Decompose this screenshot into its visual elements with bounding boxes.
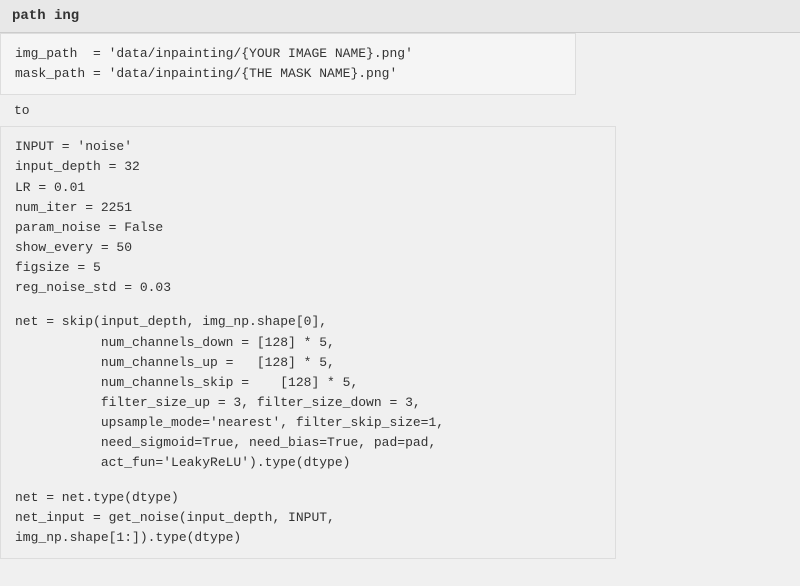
page-container: path ing img_path = 'data/inpainting/{YO… bbox=[0, 0, 800, 586]
code-line-2-20: img_np.shape[1:]).type(dtype) bbox=[15, 528, 601, 548]
code-line-2-7: reg_noise_std = 0.03 bbox=[15, 278, 601, 298]
code-line-2-12: num_channels_skip = [128] * 5, bbox=[15, 373, 601, 393]
code-line-2-10: num_channels_down = [128] * 5, bbox=[15, 333, 601, 353]
top-bar-label: path ing bbox=[12, 8, 79, 24]
code-line-1-2: mask_path = 'data/inpainting/{THE MASK N… bbox=[15, 64, 561, 84]
to-label: to bbox=[0, 95, 800, 126]
code-line-2-9: net = skip(input_depth, img_np.shape[0], bbox=[15, 312, 601, 332]
code-line-1-1: img_path = 'data/inpainting/{YOUR IMAGE … bbox=[15, 44, 561, 64]
code-line-2-2: LR = 0.01 bbox=[15, 178, 601, 198]
code-line-2-6: figsize = 5 bbox=[15, 258, 601, 278]
code-line-2-16: act_fun='LeakyReLU').type(dtype) bbox=[15, 453, 601, 473]
code-line-2-0: INPUT = 'noise' bbox=[15, 137, 601, 157]
code-line-2-14: upsample_mode='nearest', filter_skip_siz… bbox=[15, 413, 601, 433]
top-bar: path ing bbox=[0, 0, 800, 33]
code-line-2-5: show_every = 50 bbox=[15, 238, 601, 258]
code-line-2-1: input_depth = 32 bbox=[15, 157, 601, 177]
code-section-2: INPUT = 'noise'input_depth = 32LR = 0.01… bbox=[0, 126, 616, 559]
code-line-2-17 bbox=[15, 474, 601, 488]
code-line-2-15: need_sigmoid=True, need_bias=True, pad=p… bbox=[15, 433, 601, 453]
code-line-2-8 bbox=[15, 298, 601, 312]
code-line-2-13: filter_size_up = 3, filter_size_down = 3… bbox=[15, 393, 601, 413]
code-line-2-18: net = net.type(dtype) bbox=[15, 488, 601, 508]
code-line-2-3: num_iter = 2251 bbox=[15, 198, 601, 218]
code-line-2-11: num_channels_up = [128] * 5, bbox=[15, 353, 601, 373]
code-section-1: img_path = 'data/inpainting/{YOUR IMAGE … bbox=[0, 33, 576, 95]
code-line-2-19: net_input = get_noise(input_depth, INPUT… bbox=[15, 508, 601, 528]
code-line-2-4: param_noise = False bbox=[15, 218, 601, 238]
